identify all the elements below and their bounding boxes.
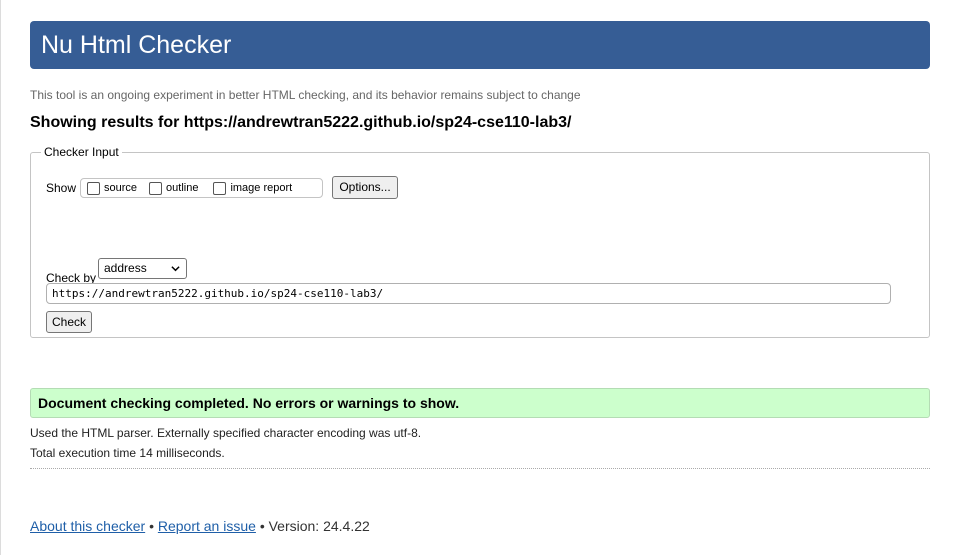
checkbox-box[interactable] [149,181,163,195]
page-header: Nu Html Checker [30,21,930,69]
report-issue-link[interactable]: Report an issue [158,518,256,534]
checker-input-legend: Checker Input [44,145,119,159]
checkbox-box[interactable] [213,181,227,195]
show-image-report-checkbox[interactable]: image report [213,181,293,195]
check-by-select[interactable]: address [98,258,187,279]
success-message: Document checking completed. No errors o… [30,388,930,418]
execution-time: Total execution time 14 milliseconds. [30,446,225,460]
parser-info: Used the HTML parser. Externally specifi… [30,426,422,440]
footer: About this checker • Report an issue • V… [30,518,370,534]
results-heading: Showing results for https://andrewtran52… [30,114,572,131]
checker-input-fieldset: Checker Input Show source outline image … [30,145,930,338]
chevron-down-icon [171,266,180,272]
checkbox-label: image report [230,182,293,194]
url-input[interactable]: https://andrewtran5222.github.io/sp24-cs… [46,283,891,304]
tagline: This tool is an ongoing experiment in be… [30,88,581,102]
show-source-checkbox[interactable]: source [87,181,138,195]
check-button[interactable]: Check [46,311,92,333]
version-text: Version: 24.4.22 [268,518,370,534]
footer-separator: • [149,518,154,534]
about-checker-link[interactable]: About this checker [30,518,145,534]
show-options-group: source outline image report [80,178,323,198]
page-title: Nu Html Checker [41,31,232,59]
window-edge [0,0,1,555]
checkbox-label: source [104,182,138,194]
show-outline-checkbox[interactable]: outline [149,181,199,195]
options-button[interactable]: Options... [332,176,398,199]
check-by-value: address [104,261,147,275]
checkbox-box[interactable] [87,181,100,195]
checkbox-label: outline [166,182,199,194]
show-label: Show [46,181,77,195]
footer-separator: • [259,518,265,534]
divider [30,468,930,469]
